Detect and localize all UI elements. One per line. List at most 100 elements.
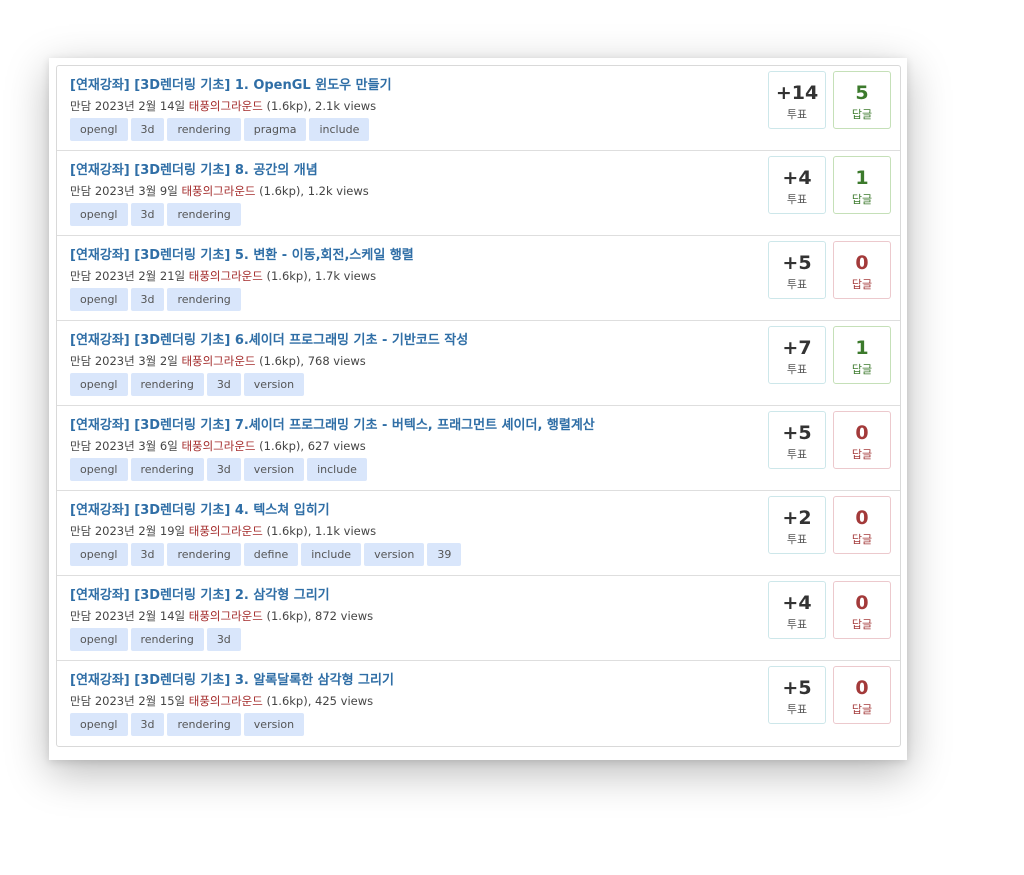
answer-label: 답글 xyxy=(851,108,873,121)
answer-count-box: 5 답글 xyxy=(833,71,891,129)
tag-chip[interactable]: opengl xyxy=(70,118,128,141)
tag-chip[interactable]: opengl xyxy=(70,628,128,651)
view-count: , 768 views xyxy=(300,354,366,368)
tag-chip[interactable]: version xyxy=(243,373,305,396)
author-points: (1.6kp) xyxy=(266,694,308,708)
tag-chip[interactable]: opengl xyxy=(70,288,128,311)
tag-list: opengl 3d rendering version xyxy=(70,713,305,736)
tag-chip[interactable]: opengl xyxy=(70,373,128,396)
question-meta: 만담 2023년 2월 19일 태풍의그라운드 (1.6kp), 1.1k vi… xyxy=(70,523,376,539)
question-list-card: [연재강좌] [3D렌더링 기초] 1. OpenGL 윈도우 만들기만담 20… xyxy=(49,58,907,760)
tag-chip[interactable]: version xyxy=(364,543,425,566)
answer-count-box: 0 답글 xyxy=(833,581,891,639)
author-link[interactable]: 태풍의그라운드 xyxy=(189,609,263,623)
question-meta: 만담 2023년 2월 14일 태풍의그라운드 (1.6kp), 2.1k vi… xyxy=(70,98,376,114)
answer-count: 1 xyxy=(855,167,869,189)
author-link[interactable]: 태풍의그라운드 xyxy=(189,694,263,708)
tag-chip[interactable]: opengl xyxy=(70,543,128,566)
tag-chip[interactable]: rendering xyxy=(130,458,204,481)
vote-count: +5 xyxy=(782,677,812,699)
tag-chip[interactable]: rendering xyxy=(167,713,241,736)
tag-chip[interactable]: 3d xyxy=(130,543,165,566)
question-date: 2023년 3월 2일 xyxy=(94,354,178,368)
question-date: 2023년 2월 14일 xyxy=(94,99,186,113)
answer-count-box: 0 답글 xyxy=(833,241,891,299)
answer-count: 0 xyxy=(855,677,869,699)
tag-chip[interactable]: 3d xyxy=(130,713,165,736)
vote-count: +2 xyxy=(782,507,812,529)
answer-count-box: 0 답글 xyxy=(833,496,891,554)
tag-chip[interactable]: opengl xyxy=(70,203,128,226)
vote-count-box: +7 투표 xyxy=(768,326,826,384)
question-date: 2023년 3월 6일 xyxy=(94,439,178,453)
question-title-link[interactable]: [연재강좌] [3D렌더링 기초] 5. 변환 - 이동,회전,스케일 행렬 xyxy=(70,244,414,263)
question-row: [연재강좌] [3D렌더링 기초] 2. 삼각형 그리기 만담 2023년 2월 … xyxy=(57,576,900,661)
question-title-link[interactable]: [연재강좌] [3D렌더링 기초] 6.셰이더 프로그래밍 기초 - 기반코드 … xyxy=(70,329,468,348)
answer-label: 답글 xyxy=(851,703,873,716)
tag-chip[interactable]: 3d xyxy=(206,373,241,396)
tag-chip[interactable]: rendering xyxy=(130,373,204,396)
question-title-link[interactable]: [연재강좌] [3D렌더링 기초] 3. 알록달록한 삼각형 그리기 xyxy=(70,669,394,688)
tag-chip[interactable]: 3d xyxy=(130,203,165,226)
question-row: [연재강좌] [3D렌더링 기초] 3. 알록달록한 삼각형 그리기 만담 202… xyxy=(57,661,900,746)
question-meta: 만담 2023년 2월 21일 태풍의그라운드 (1.6kp), 1.7k vi… xyxy=(70,268,376,284)
tag-chip[interactable]: define xyxy=(243,543,299,566)
question-date: 2023년 2월 19일 xyxy=(94,524,186,538)
vote-count-box: +5 투표 xyxy=(768,411,826,469)
tag-chip[interactable]: 3d xyxy=(206,458,241,481)
tag-chip[interactable]: 3d xyxy=(206,628,241,651)
author-link[interactable]: 태풍의그라운드 xyxy=(181,184,255,198)
author-link[interactable]: 태풍의그라운드 xyxy=(181,354,255,368)
author-link[interactable]: 태풍의그라운드 xyxy=(189,269,263,283)
tag-chip[interactable]: opengl xyxy=(70,713,128,736)
answer-count-box: 1 답글 xyxy=(833,156,891,214)
tag-chip[interactable]: rendering xyxy=(167,203,241,226)
vote-count-box: +4 투표 xyxy=(768,156,826,214)
tag-chip[interactable]: version xyxy=(243,458,305,481)
author-points: (1.6kp) xyxy=(266,99,308,113)
answer-label: 답글 xyxy=(851,533,873,546)
tag-chip[interactable]: pragma xyxy=(243,118,307,141)
tag-chip[interactable]: version xyxy=(243,713,305,736)
author-link[interactable]: 태풍의그라운드 xyxy=(181,439,255,453)
answer-label: 답글 xyxy=(851,618,873,631)
tag-chip[interactable]: include xyxy=(309,118,370,141)
question-meta: 만담 2023년 3월 6일 태풍의그라운드 (1.6kp), 627 view… xyxy=(70,438,366,454)
tag-chip[interactable]: 3d xyxy=(130,288,165,311)
tag-chip[interactable]: rendering xyxy=(167,288,241,311)
answer-label: 답글 xyxy=(851,448,873,461)
vote-label: 투표 xyxy=(786,533,808,546)
tag-list: opengl rendering 3d version include xyxy=(70,458,367,481)
tag-chip[interactable]: 39 xyxy=(427,543,462,566)
question-title-link[interactable]: [연재강좌] [3D렌더링 기초] 2. 삼각형 그리기 xyxy=(70,584,330,603)
answer-label: 답글 xyxy=(851,193,873,206)
tag-chip[interactable]: include xyxy=(301,543,362,566)
tag-chip[interactable]: rendering xyxy=(167,118,241,141)
vote-count-box: +2 투표 xyxy=(768,496,826,554)
question-title-link[interactable]: [연재강좌] [3D렌더링 기초] 1. OpenGL 윈도우 만들기 xyxy=(70,74,392,93)
question-title-link[interactable]: [연재강좌] [3D렌더링 기초] 8. 공간의 개념 xyxy=(70,159,318,178)
question-title-link[interactable]: [연재강좌] [3D렌더링 기초] 7.셰이더 프로그래밍 기초 - 버텍스, … xyxy=(70,414,595,433)
vote-count-box: +5 투표 xyxy=(768,241,826,299)
view-count: , 1.1k views xyxy=(307,524,377,538)
question-title-link[interactable]: [연재강좌] [3D렌더링 기초] 4. 텍스쳐 입히기 xyxy=(70,499,330,518)
view-count: , 425 views xyxy=(307,694,374,708)
answer-count: 0 xyxy=(855,507,869,529)
answer-label: 답글 xyxy=(851,363,873,376)
author-link[interactable]: 태풍의그라운드 xyxy=(189,99,263,113)
vote-count: +14 xyxy=(775,82,819,104)
view-count: , 627 views xyxy=(300,439,366,453)
answer-count: 0 xyxy=(855,252,869,274)
answer-count: 0 xyxy=(855,592,869,614)
vote-label: 투표 xyxy=(786,448,808,461)
tag-list: opengl 3d rendering xyxy=(70,288,241,311)
tag-chip[interactable]: opengl xyxy=(70,458,128,481)
question-category: 만담 xyxy=(70,354,92,368)
tag-chip[interactable]: include xyxy=(307,458,367,481)
vote-count: +4 xyxy=(782,167,812,189)
tag-chip[interactable]: rendering xyxy=(130,628,204,651)
tag-chip[interactable]: rendering xyxy=(167,543,241,566)
tag-chip[interactable]: 3d xyxy=(130,118,165,141)
question-category: 만담 xyxy=(70,184,92,198)
author-link[interactable]: 태풍의그라운드 xyxy=(189,524,263,538)
